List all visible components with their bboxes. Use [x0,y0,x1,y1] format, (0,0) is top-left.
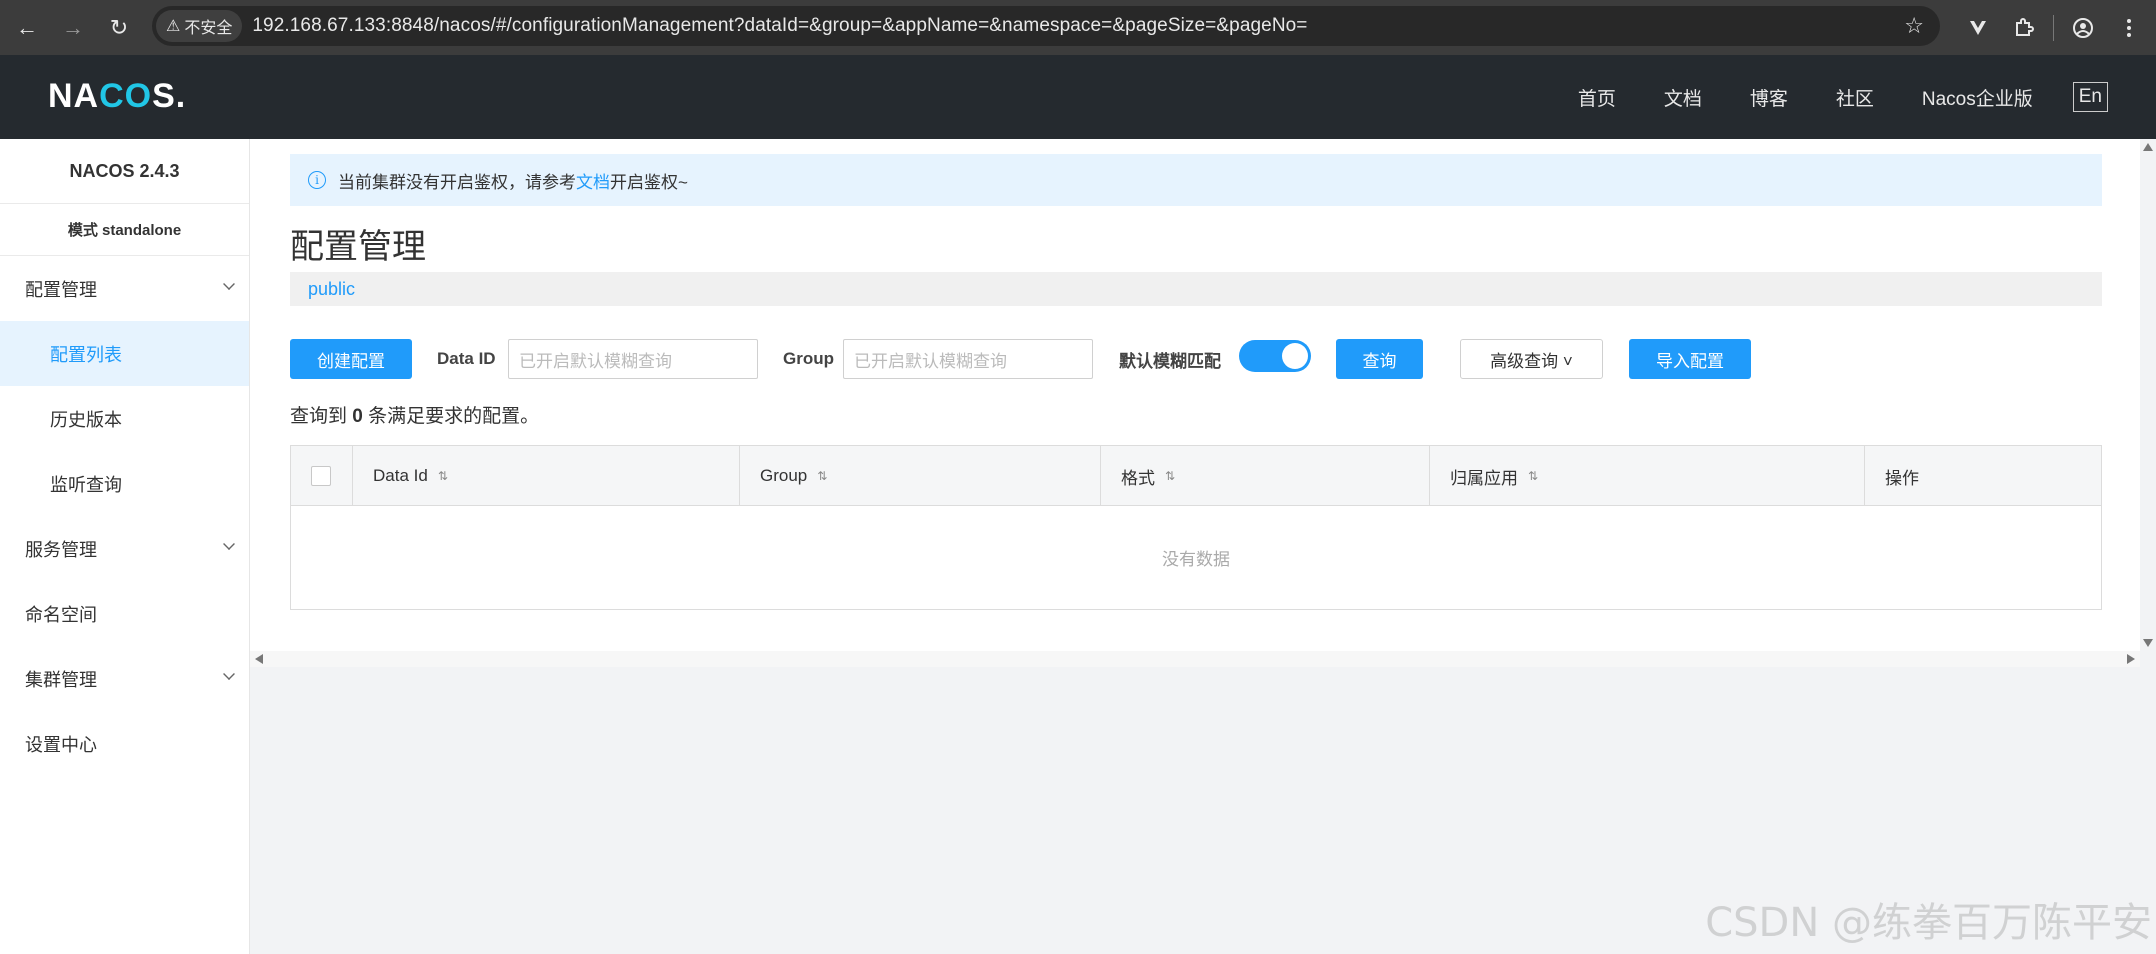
column-label: 操作 [1885,468,1919,488]
sidebar-item-config-list[interactable]: 配置列表 [0,321,249,386]
scroll-right-arrow-icon[interactable] [2127,654,2135,664]
import-config-button[interactable]: 导入配置 [1629,339,1751,379]
browser-actions [1955,0,2156,55]
select-all-checkbox[interactable] [311,466,331,486]
sort-icon[interactable]: ⇅ [1528,469,1538,483]
group-input[interactable]: 已开启默认模糊查询 [843,339,1093,379]
extensions-puzzle-icon[interactable] [2001,17,2047,39]
query-button[interactable]: 查询 [1336,339,1423,379]
warning-icon: ⚠ [166,18,181,35]
sidebar-item-history[interactable]: 历史版本 [0,386,249,451]
sidebar: NACOS 2.4.3 模式 standalone 配置管理 配置列表 历史版本… [0,139,250,954]
sidebar-item-label: 命名空间 [25,604,97,625]
bookmark-star-icon[interactable]: ☆ [1904,13,1924,39]
toolbar-divider [2053,14,2054,41]
toggle-knob [1282,343,1308,369]
column-header-app[interactable]: 归属应用 ⇅ [1430,446,1865,506]
sidebar-item-service-management[interactable]: 服务管理 [0,516,249,581]
sidebar-item-label: 配置列表 [50,344,122,365]
main-area: i 当前集群没有开启鉴权，请参考 文档 开启鉴权~ 配置管理 public 创建配置… [250,139,2156,954]
result-prefix: 查询到 [290,406,348,427]
insecure-label: 不安全 [184,20,233,37]
sidebar-item-config-management[interactable]: 配置管理 [0,256,249,321]
select-all-cell [291,446,353,506]
notice-docs-link[interactable]: 文档 [576,168,610,193]
sort-icon[interactable]: ⇅ [438,469,448,483]
create-config-button[interactable]: 创建配置 [290,339,412,379]
back-icon[interactable]: ← [10,11,44,45]
fuzzy-match-toggle[interactable] [1239,340,1311,372]
empty-state: 没有数据 [1162,550,1230,569]
top-nav-links: 首页 文档 博客 社区 Nacos企业版 En [1578,55,2156,139]
sidebar-item-label: 配置管理 [25,279,97,300]
reload-icon[interactable]: ↻ [102,11,136,45]
notice-text-before: 当前集群没有开启鉴权，请参考 [338,172,576,192]
column-label: 格式 [1121,468,1155,488]
result-summary: 查询到 0 条满足要求的配置。 [290,401,539,428]
address-bar[interactable]: ⚠ 不安全 192.168.67.133:8848/nacos/#/config… [152,6,1940,46]
scroll-left-arrow-icon[interactable] [255,654,263,664]
profile-icon[interactable] [2060,17,2106,39]
nav-link-community[interactable]: 社区 [1836,84,1874,111]
horizontal-scrollbar[interactable] [250,651,2140,667]
column-header-dataid[interactable]: Data Id ⇅ [353,446,740,506]
scroll-up-arrow-icon[interactable] [2143,143,2153,151]
filter-bar: 创建配置 Data ID 已开启默认模糊查询 Group 已开启默认模糊查询 默… [290,339,2102,379]
column-header-actions: 操作 [1865,446,2101,506]
sidebar-item-settings[interactable]: 设置中心 [0,711,249,776]
vertical-scrollbar[interactable] [2140,139,2156,651]
security-indicator[interactable]: ⚠ 不安全 [156,10,243,42]
menu-kebab-icon[interactable] [2106,17,2152,39]
nav-link-home[interactable]: 首页 [1578,84,1616,111]
browser-toolbar: ← → ↻ ⚠ 不安全 192.168.67.133:8848/nacos/#/… [0,0,2156,55]
forward-icon[interactable]: → [56,11,90,45]
version-label: NACOS 2.4.3 [0,139,249,204]
sort-icon[interactable]: ⇅ [1165,469,1175,483]
column-label: 归属应用 [1450,468,1518,488]
sidebar-item-namespace[interactable]: 命名空间 [0,581,249,646]
watermark-text: CSDN @练拳百万陈平安 [1705,900,2152,946]
scroll-down-arrow-icon[interactable] [2143,639,2153,647]
chevron-down-icon [223,538,235,550]
language-switch-button[interactable]: En [2072,82,2108,112]
table-header: Data Id ⇅ Group ⇅ 格式 ⇅ 归属应用 ⇅ 操作 [291,446,2101,506]
fuzzy-match-label: 默认模糊匹配 [1119,351,1221,371]
dataid-label: Data ID [437,349,496,368]
notice-text-after: 开启鉴权~ [610,172,688,192]
info-icon: i [308,171,326,189]
sidebar-item-label: 设置中心 [25,734,97,755]
sidebar-item-label: 监听查询 [50,474,122,495]
chevron-down-icon [223,278,235,290]
advanced-query-button[interactable]: 高级查询 ˅ [1460,339,1603,379]
chevron-down-icon [223,668,235,680]
sidebar-item-cluster-management[interactable]: 集群管理 [0,646,249,711]
sidebar-item-label: 服务管理 [25,539,97,560]
config-table: Data Id ⇅ Group ⇅ 格式 ⇅ 归属应用 ⇅ 操作 没有数据 [290,445,2102,610]
nav-link-enterprise[interactable]: Nacos企业版 [1922,84,2033,111]
column-label: Group [760,466,808,485]
nav-link-docs[interactable]: 文档 [1664,84,1702,111]
result-count: 0 [352,406,363,427]
sidebar-item-label: 集群管理 [25,669,97,690]
group-label: Group [783,349,834,368]
auth-notice: i 当前集群没有开启鉴权，请参考 文档 开启鉴权~ [290,154,2102,206]
sidebar-item-listener-query[interactable]: 监听查询 [0,451,249,516]
mode-label: 模式 standalone [0,204,249,256]
column-header-format[interactable]: 格式 ⇅ [1101,446,1430,506]
column-header-group[interactable]: Group ⇅ [740,446,1101,506]
url-text[interactable]: 192.168.67.133:8848/nacos/#/configuratio… [252,15,1307,37]
namespace-bar: public [290,272,2102,306]
sidebar-item-label: 历史版本 [50,409,122,430]
result-suffix: 条满足要求的配置。 [368,406,540,427]
sort-icon[interactable]: ⇅ [817,469,827,483]
nacos-logo[interactable]: NACOS. [48,77,186,116]
extension-dropdown-icon[interactable] [1955,19,2001,37]
content-panel: i 当前集群没有开启鉴权，请参考 文档 开启鉴权~ 配置管理 public 创建配置… [250,139,2140,651]
column-label: Data Id [373,466,428,485]
dataid-input[interactable]: 已开启默认模糊查询 [508,339,758,379]
page-title: 配置管理 [290,228,426,266]
nav-link-blog[interactable]: 博客 [1750,84,1788,111]
top-navigation: NACOS. 首页 文档 博客 社区 Nacos企业版 En [0,55,2156,139]
namespace-tab-public[interactable]: public [308,279,355,300]
